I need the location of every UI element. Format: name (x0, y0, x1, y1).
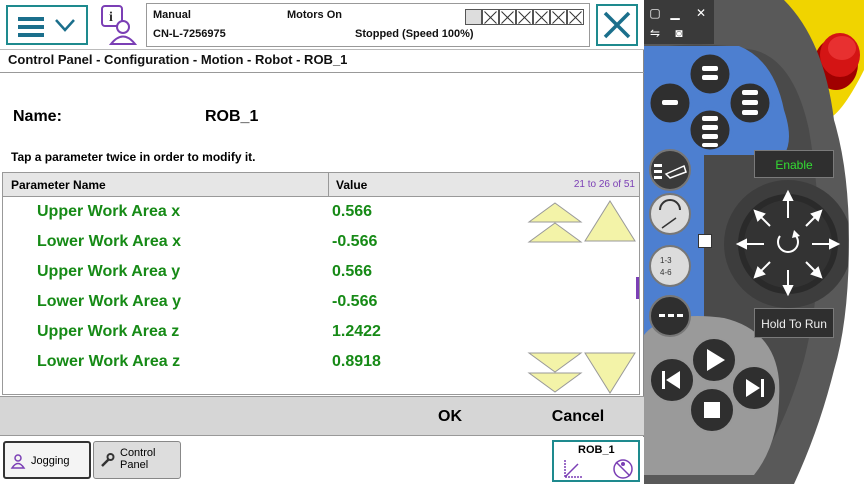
parameter-name: Upper Work Area z (37, 323, 180, 340)
column-header-parameter-name[interactable]: Parameter Name (11, 178, 106, 192)
table-row[interactable]: Lower Work Area y -0.566 (3, 288, 523, 318)
parameter-value: 0.566 (332, 203, 373, 220)
jogging-icon (10, 454, 26, 469)
parameter-name: Upper Work Area y (37, 263, 181, 280)
breadcrumb: Control Panel - Configuration - Motion -… (8, 52, 348, 67)
select-mechanical-unit-key[interactable] (649, 149, 691, 191)
controller-name: CN-L-7256975 (153, 28, 226, 40)
name-label: Name: (13, 108, 62, 125)
svg-text:1-3: 1-3 (660, 256, 672, 265)
parameter-value: 1.2422 (332, 323, 381, 340)
instruction-text: Tap a parameter twice in order to modify… (11, 150, 256, 164)
top-bar: i Manual CN-L-7256975 Motors On Stopped … (0, 0, 644, 50)
programmable-key-4[interactable] (687, 107, 733, 153)
task-slot-icon (567, 9, 584, 25)
table-row[interactable]: Lower Work Area z 0.8918 (3, 348, 523, 378)
toggle-motion-mode-key[interactable] (649, 193, 691, 235)
task-slot-icon (550, 9, 567, 25)
toggle-axis-key[interactable]: 1-3 4-6 (649, 245, 691, 287)
camera-icon[interactable]: ◙ (672, 26, 686, 40)
svg-text:i: i (109, 10, 113, 25)
parameter-name: Lower Work Area z (37, 353, 181, 370)
chevron-down-icon (55, 19, 75, 32)
minimize-icon[interactable]: ▁ (668, 6, 682, 20)
operating-mode: Manual (153, 9, 191, 21)
enable-button[interactable]: Enable (754, 150, 834, 178)
task-slot-icon (482, 9, 499, 25)
taskbar-control-panel-label: Control Panel (120, 447, 156, 471)
event-log-icon[interactable]: i (98, 4, 140, 46)
task-slot-icon (533, 9, 550, 25)
task-slot-icon (516, 9, 533, 25)
joystick[interactable] (708, 178, 848, 318)
hamburger-icon (18, 17, 44, 41)
increment-icon (613, 459, 633, 479)
virtual-flexpendant-device: ▢ ▁ ✕ ⇋ ◙ 1-3 4-6 (644, 0, 864, 484)
name-value: ROB_1 (205, 108, 259, 125)
page-up-button[interactable] (527, 201, 583, 245)
quickset-mechanical-unit-button[interactable]: ROB_1 (552, 440, 640, 482)
parameter-table: Parameter Name Value 21 to 26 of 51 Uppe… (2, 172, 640, 395)
column-divider (328, 173, 329, 197)
program-execution-keys (649, 337, 777, 433)
parameter-value: 0.8918 (332, 353, 381, 370)
flexpendant-screen: i Manual CN-L-7256975 Motors On Stopped … (0, 0, 644, 484)
step-backward-button[interactable] (649, 357, 695, 403)
motors-state: Motors On (287, 9, 342, 21)
programmable-keys (647, 51, 773, 153)
jog-mode-keys: 1-3 4-6 (649, 149, 691, 337)
taskbar-jogging[interactable]: Jogging (3, 441, 91, 479)
running-task-icon (465, 9, 482, 25)
scroll-position-indicator (636, 277, 639, 299)
table-row[interactable]: Upper Work Area y 0.566 (3, 258, 523, 288)
parameter-name: Lower Work Area x (37, 233, 182, 250)
divider (0, 72, 644, 73)
parameter-value: -0.566 (332, 293, 378, 310)
svg-text:4-6: 4-6 (660, 268, 672, 277)
hold-to-run-button[interactable]: Hold To Run (754, 308, 834, 338)
close-icon (603, 11, 631, 39)
start-button[interactable] (691, 337, 737, 383)
abb-menu-button[interactable] (6, 5, 88, 45)
column-header-value[interactable]: Value (336, 178, 367, 192)
parameter-value: -0.566 (332, 233, 378, 250)
command-bar: OK Cancel (0, 396, 644, 436)
restore-icon[interactable]: ▢ (648, 6, 662, 20)
task-slot-icon (499, 9, 516, 25)
parameter-name: Upper Work Area x (37, 203, 181, 220)
table-row[interactable]: Upper Work Area z 1.2422 (3, 318, 523, 348)
close-button[interactable] (596, 4, 638, 46)
programmable-key-1[interactable] (687, 51, 733, 97)
task-status-icons (465, 9, 584, 25)
wrench-icon (101, 453, 115, 467)
cancel-button[interactable]: Cancel (530, 400, 626, 434)
parameter-value: 0.566 (332, 263, 373, 280)
row-range-indicator: 21 to 26 of 51 (573, 179, 635, 190)
table-header: Parameter Name Value 21 to 26 of 51 (3, 173, 639, 197)
toggle-increment-key[interactable] (649, 295, 691, 337)
taskbar: Jogging Control Panel (0, 437, 644, 484)
close-window-icon[interactable]: ✕ (694, 6, 708, 20)
rotate-icon[interactable]: ⇋ (648, 26, 662, 40)
coordinate-system-icon (564, 460, 583, 478)
parameter-name: Lower Work Area y (37, 293, 182, 310)
status-bar[interactable]: Manual CN-L-7256975 Motors On Stopped (S… (146, 3, 590, 47)
ok-button[interactable]: OK (412, 400, 488, 434)
scroll-down-button[interactable] (583, 351, 637, 395)
mechanical-unit-label: ROB_1 (578, 444, 615, 456)
table-row[interactable]: Lower Work Area x -0.566 (3, 228, 523, 258)
window-controls: ▢ ▁ ✕ ⇋ ◙ (644, 0, 714, 44)
taskbar-control-panel[interactable]: Control Panel (93, 441, 181, 479)
stop-button[interactable] (689, 387, 735, 433)
programmable-key-3[interactable] (727, 80, 773, 126)
taskbar-jogging-label: Jogging (31, 455, 70, 467)
step-forward-button[interactable] (731, 365, 777, 411)
page-down-button[interactable] (527, 351, 583, 395)
program-state: Stopped (Speed 100%) (355, 28, 474, 40)
programmable-key-2[interactable] (647, 80, 693, 126)
table-row[interactable]: Upper Work Area x 0.566 (3, 198, 523, 228)
scroll-up-button[interactable] (583, 199, 637, 243)
